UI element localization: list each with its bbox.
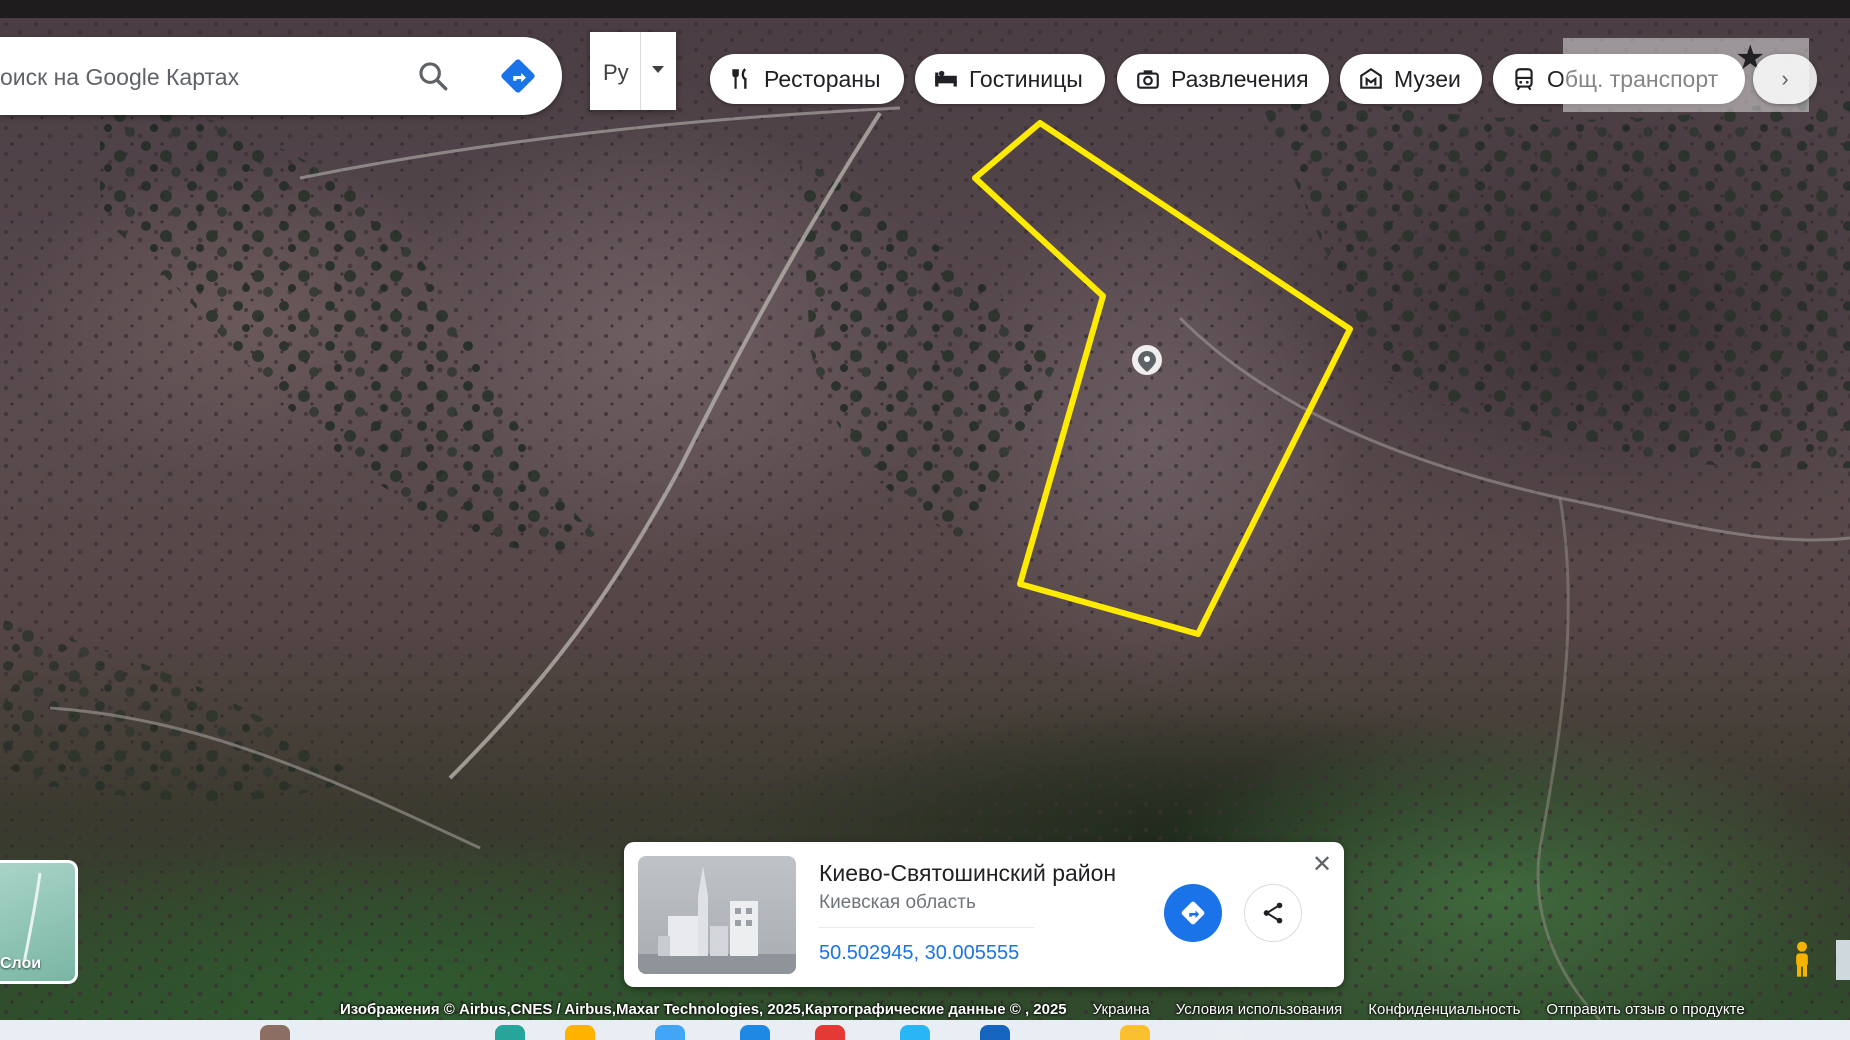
attribution-text: Изображения © Airbus,CNES / Airbus,Maxar… bbox=[340, 1000, 1067, 1018]
taskbar-app-icon[interactable] bbox=[1215, 1025, 1245, 1040]
directions-icon bbox=[1181, 901, 1205, 925]
language-select[interactable]: Ру bbox=[590, 32, 676, 110]
taskbar-app-icon[interactable] bbox=[565, 1025, 595, 1040]
directions-button[interactable] bbox=[1164, 884, 1222, 942]
chip-restaurants[interactable]: Рестораны bbox=[710, 54, 904, 104]
feedback-link[interactable]: Отправить отзыв о продукте bbox=[1546, 1001, 1744, 1018]
chip-label: Рестораны bbox=[764, 65, 881, 92]
share-icon bbox=[1263, 902, 1283, 924]
city-illustration-icon bbox=[638, 866, 796, 974]
taskbar-app-icon[interactable] bbox=[655, 1025, 685, 1040]
taskbar-app-icon[interactable] bbox=[1120, 1025, 1150, 1040]
place-card[interactable]: Киево-Святошинский район Киевская област… bbox=[624, 842, 1344, 987]
side-control[interactable] bbox=[1836, 940, 1850, 980]
privacy-link[interactable]: Конфиденциальность bbox=[1368, 1001, 1520, 1018]
restaurant-icon bbox=[732, 68, 747, 89]
chevron-down-icon[interactable] bbox=[652, 66, 664, 73]
map-pin-icon bbox=[1132, 345, 1162, 375]
taskbar-app-icon[interactable] bbox=[260, 1025, 290, 1040]
layers-button[interactable]: Слои bbox=[0, 860, 78, 984]
place-subtitle: Киевская область bbox=[819, 892, 976, 913]
country-link[interactable]: Украина bbox=[1093, 1001, 1150, 1018]
language-label: Ру bbox=[603, 60, 629, 85]
taskbar-app-icon[interactable] bbox=[900, 1025, 930, 1040]
camera-icon bbox=[1137, 70, 1159, 89]
share-button[interactable] bbox=[1244, 884, 1302, 942]
taskbar-app-icon[interactable] bbox=[980, 1025, 1010, 1040]
layers-label: Слои bbox=[0, 955, 42, 972]
taskbar-app-icon[interactable] bbox=[740, 1025, 770, 1040]
place-thumbnail[interactable] bbox=[638, 856, 796, 974]
chip-scroll-right[interactable]: › bbox=[1753, 54, 1817, 104]
pegman-icon bbox=[1796, 941, 1808, 977]
museum-icon bbox=[1360, 67, 1382, 89]
transit-icon bbox=[1515, 68, 1533, 91]
chevron-right-icon[interactable]: › bbox=[1781, 66, 1788, 92]
chip-museums[interactable]: Музеи bbox=[1340, 54, 1482, 104]
search-box[interactable]: оиск на Google Картах bbox=[0, 37, 562, 115]
close-icon[interactable]: ✕ bbox=[1312, 850, 1332, 879]
taskbar-app-icon[interactable] bbox=[495, 1025, 525, 1040]
language-divider bbox=[640, 32, 641, 110]
chip-hotels[interactable]: Гостиницы bbox=[915, 54, 1105, 104]
chip-label: Развлечения bbox=[1171, 65, 1309, 92]
taskbar-app-icon[interactable] bbox=[815, 1025, 845, 1040]
taskbar bbox=[0, 1020, 1850, 1040]
divider bbox=[819, 927, 1034, 928]
place-title: Киево-Святошинский район bbox=[819, 860, 1117, 886]
place-coordinates[interactable]: 50.502945, 30.005555 bbox=[819, 942, 1019, 965]
search-icon[interactable] bbox=[416, 59, 450, 93]
map-footer: Изображения © Airbus,CNES / Airbus,Maxar… bbox=[340, 998, 1850, 1020]
chip-label: Музеи bbox=[1394, 65, 1461, 92]
chip-label: Гостиницы bbox=[969, 65, 1083, 92]
chip-entertainment[interactable]: Развлечения bbox=[1117, 54, 1329, 104]
hotel-icon bbox=[935, 70, 957, 87]
terms-link[interactable]: Условия использования bbox=[1176, 1001, 1343, 1018]
directions-icon[interactable] bbox=[499, 57, 537, 95]
search-input[interactable]: оиск на Google Картах bbox=[0, 64, 239, 91]
pegman-button[interactable] bbox=[1782, 940, 1822, 980]
